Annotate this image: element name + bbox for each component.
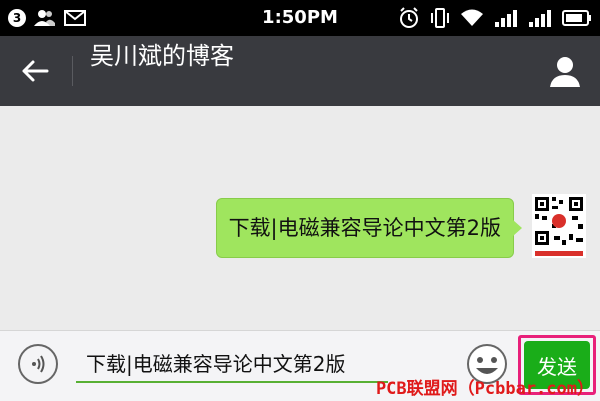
avatar-caption xyxy=(535,251,583,256)
qr-code-icon xyxy=(532,194,586,250)
chat-title: 吴川斌的博客 xyxy=(90,42,234,70)
title-divider xyxy=(72,56,73,86)
chat-area[interactable]: 下载|电磁兼容导论中文第2版 xyxy=(0,106,600,330)
battery-icon xyxy=(562,10,591,26)
message-bubble-tail xyxy=(513,220,522,236)
person-icon xyxy=(550,57,580,87)
arrow-left-icon xyxy=(22,60,49,82)
vibrate-icon xyxy=(431,8,449,28)
voice-button[interactable] xyxy=(18,344,58,384)
input-bar: 发送 PCB联盟网（Pcbbar.com） xyxy=(0,330,600,401)
watermark: PCB联盟网（Pcbbar.com） xyxy=(375,379,594,399)
message-input[interactable] xyxy=(76,343,388,383)
message-bubble[interactable]: 下载|电磁兼容导论中文第2版 xyxy=(215,198,514,258)
wifi-icon xyxy=(461,9,483,26)
signal-icon xyxy=(495,10,517,27)
signal-icon xyxy=(529,10,551,27)
voice-icon xyxy=(32,355,45,373)
title-bar: 吴川斌的博客 xyxy=(0,36,600,106)
avatar[interactable] xyxy=(532,194,586,258)
status-bar: 3 1:50PM xyxy=(0,0,600,36)
status-right-icons xyxy=(398,6,592,30)
alarm-icon xyxy=(400,7,418,28)
back-button[interactable] xyxy=(10,48,60,94)
profile-button[interactable] xyxy=(544,50,586,92)
